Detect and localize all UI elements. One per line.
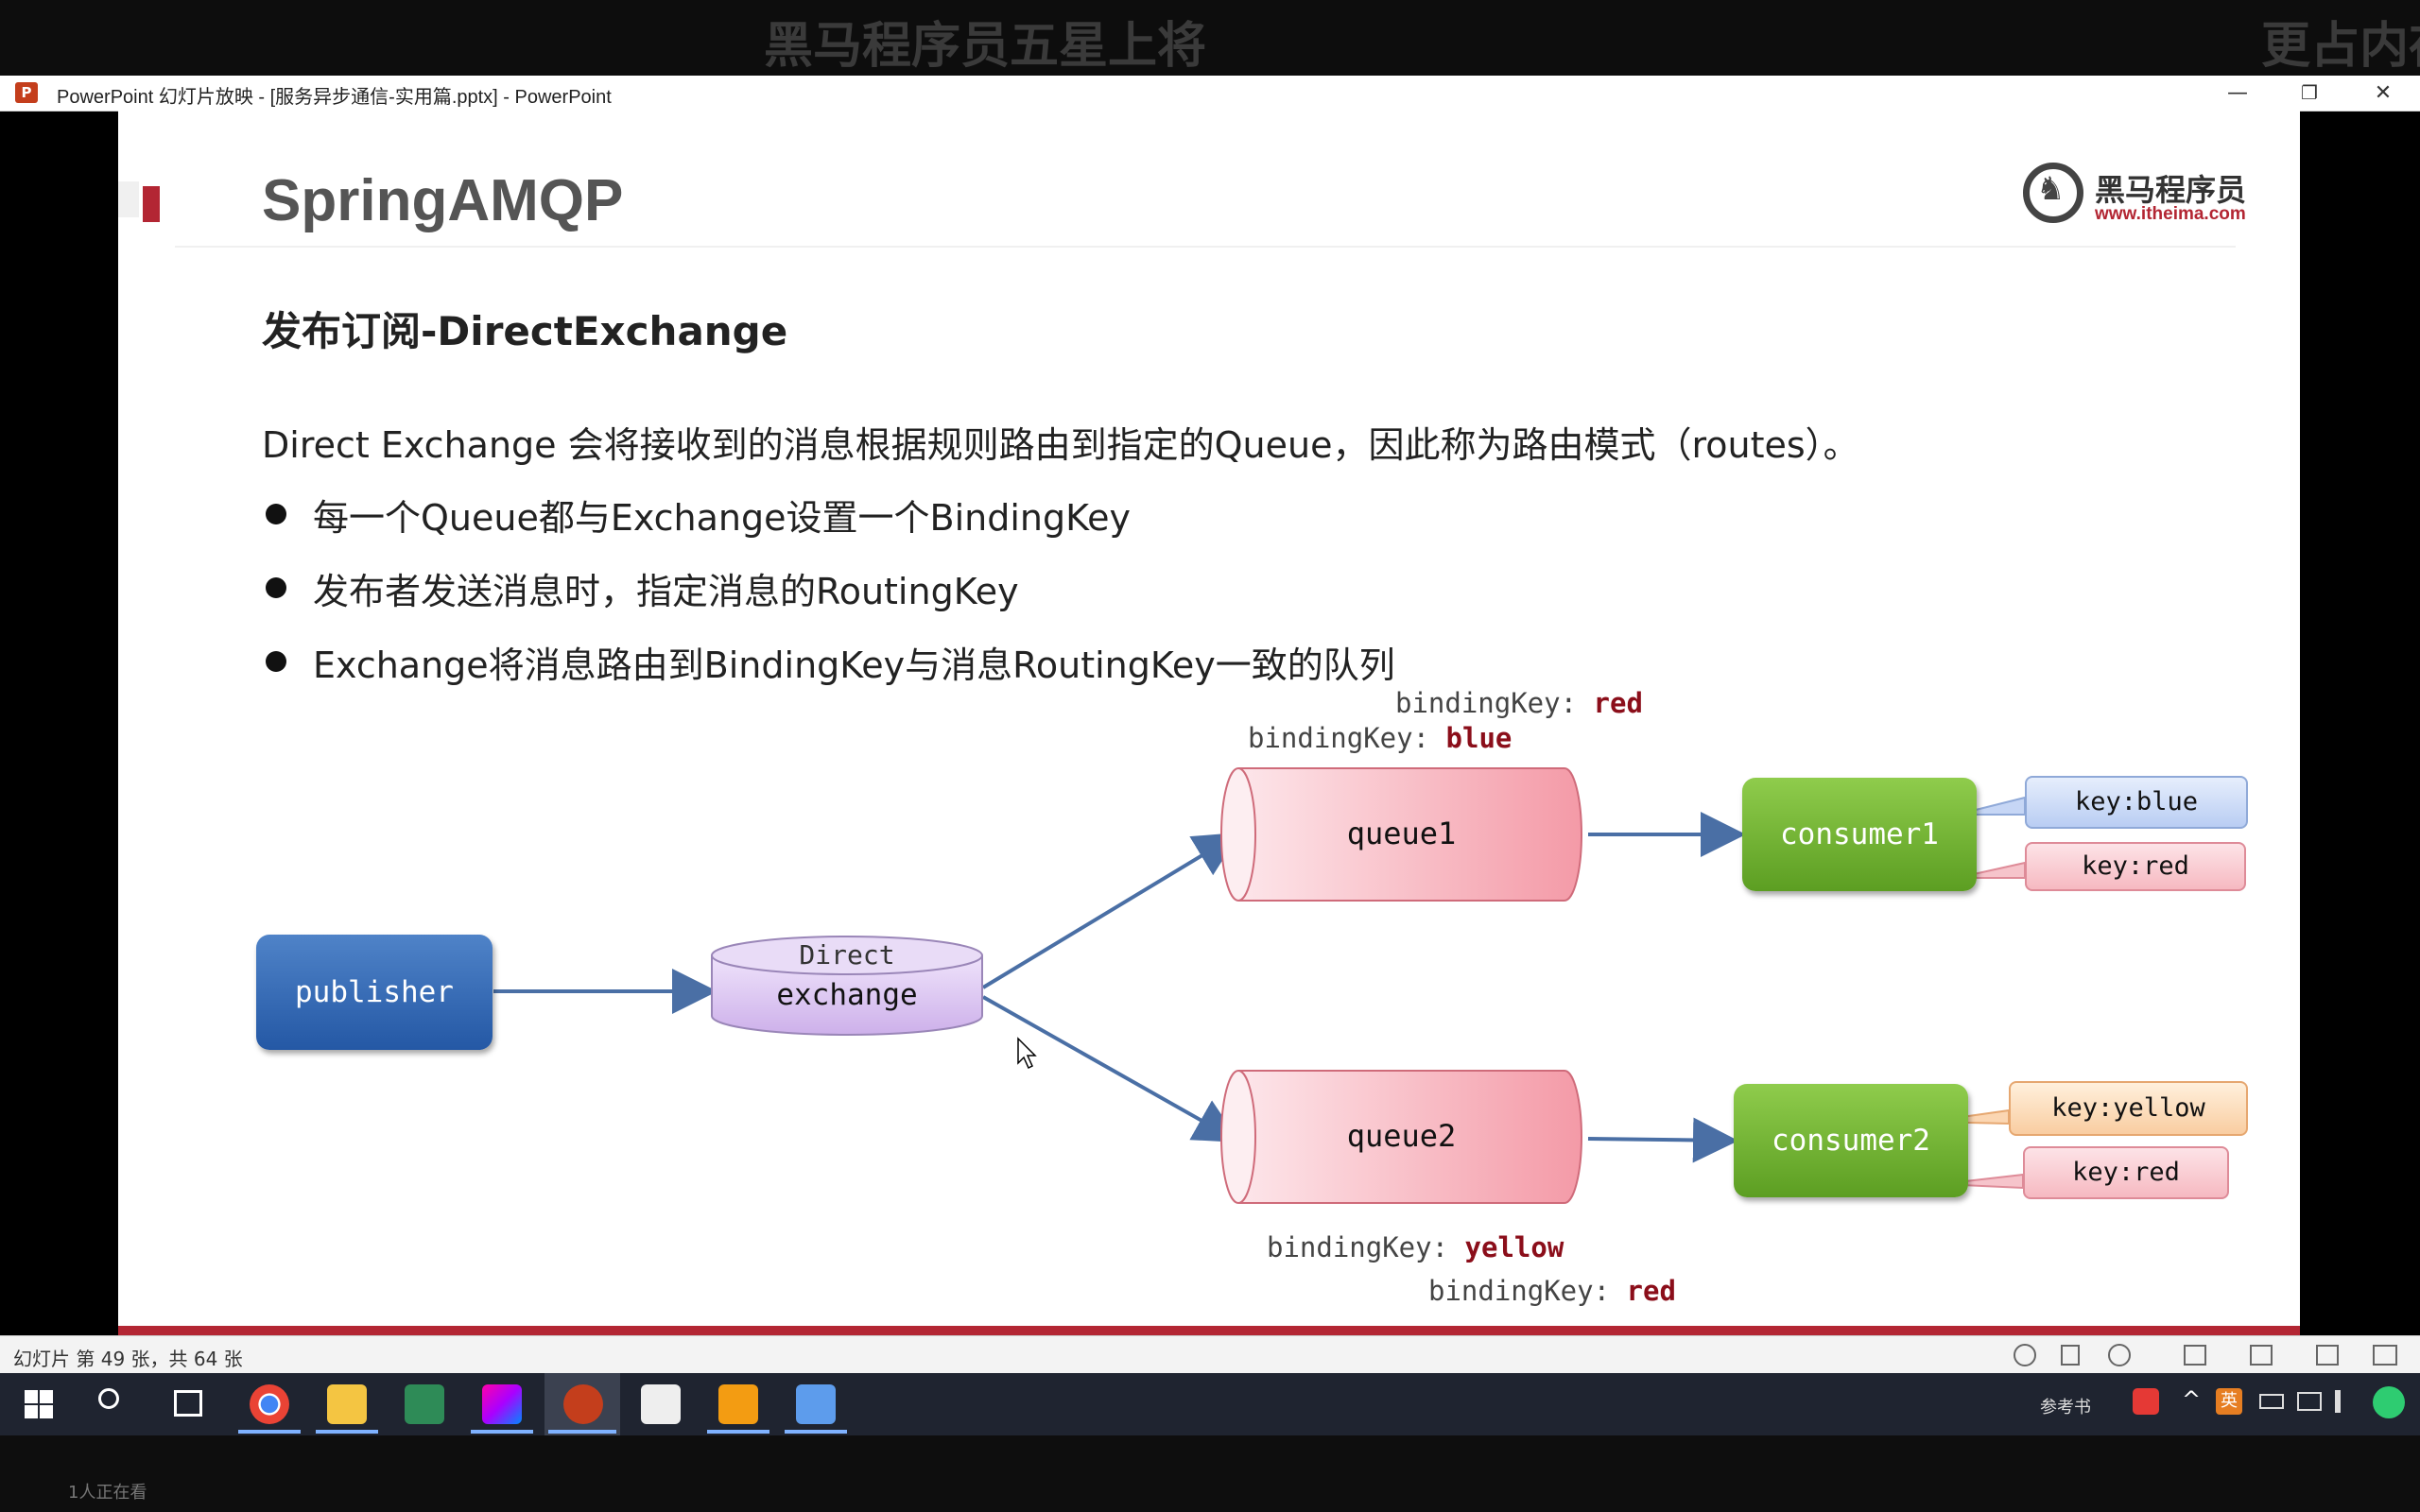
routing-diagram xyxy=(493,767,2026,1204)
window-titlebar: P PowerPoint 幻灯片放映 - [服务异步通信-实用篇.pptx] -… xyxy=(0,76,2420,112)
binding-key-label: bindingKey: yellow xyxy=(1267,1231,1564,1263)
notebook-icon[interactable] xyxy=(405,1384,444,1424)
video-overlay-strip: 黑马程序员五星上将 更占内存 xyxy=(0,0,2420,76)
binding-key-prefix: bindingKey: xyxy=(1395,687,1578,719)
prev-icon[interactable] xyxy=(2014,1344,2036,1366)
routing-key-tag: key:red xyxy=(2023,1146,2229,1199)
consumer1-node: consumer1 xyxy=(1742,778,1977,891)
queue1-label: queue1 xyxy=(1346,816,1457,851)
powerpoint-icon: P xyxy=(15,82,38,103)
binding-key-prefix: bindingKey: xyxy=(1428,1275,1611,1307)
routing-key-tag: key:yellow xyxy=(2009,1081,2248,1136)
exchange-label: exchange xyxy=(776,978,918,1012)
binding-key-label: bindingKey: red xyxy=(1395,687,1643,719)
network-icon[interactable] xyxy=(2297,1392,2322,1411)
taskbar-active-indicator xyxy=(707,1430,769,1434)
binding-key-prefix: bindingKey: xyxy=(1248,722,1430,754)
taskbar-active-indicator xyxy=(471,1430,533,1434)
slide-counter: 幻灯片 第 49 张，共 64 张 xyxy=(13,1348,243,1370)
notification-icon[interactable] xyxy=(2373,1386,2405,1418)
binding-key-value: yellow xyxy=(1464,1231,1564,1263)
powerpoint-taskbar-icon[interactable] xyxy=(563,1384,603,1424)
binding-key-value: red xyxy=(1593,687,1643,719)
app-icon[interactable] xyxy=(718,1384,758,1424)
arrow-exchange-queue2 xyxy=(982,995,1240,1143)
taskbar-active-indicator xyxy=(316,1430,378,1434)
search-icon[interactable] xyxy=(98,1388,119,1409)
binding-key-label: bindingKey: blue xyxy=(1248,722,1512,754)
close-button[interactable]: ✕ xyxy=(2350,76,2416,111)
consumer2-node: consumer2 xyxy=(1734,1084,1968,1197)
intellij-icon[interactable] xyxy=(482,1384,522,1424)
taskbar-active-indicator xyxy=(238,1430,301,1434)
file-explorer-icon[interactable] xyxy=(327,1384,367,1424)
slide-canvas: SpringAMQP ♞ 黑马程序员 www.itheima.com 发布订阅-… xyxy=(118,111,2300,1335)
windows-start-icon[interactable] xyxy=(25,1390,53,1418)
slide-bottom-bar xyxy=(118,1326,2300,1335)
overlay-watermark-right: 更占内存 xyxy=(2261,18,2420,75)
windows-taskbar: 参考书 ^ 英 xyxy=(0,1373,2420,1435)
binding-key-prefix: bindingKey: xyxy=(1267,1231,1449,1263)
slide-sorter-icon[interactable] xyxy=(2250,1345,2273,1366)
window-title: PowerPoint 幻灯片放映 - [服务异步通信-实用篇.pptx] - P… xyxy=(57,87,612,108)
restore-button[interactable]: ❐ xyxy=(2276,76,2342,111)
ime-indicator[interactable]: 英 xyxy=(2216,1388,2242,1415)
sogou-icon[interactable] xyxy=(2133,1388,2159,1415)
typora-icon[interactable] xyxy=(641,1384,681,1424)
binding-key-label: bindingKey: red xyxy=(1428,1275,1676,1307)
binding-key-value: blue xyxy=(1445,722,1512,754)
chevron-up-icon[interactable]: ^ xyxy=(2182,1386,2201,1413)
next-icon[interactable] xyxy=(2108,1344,2131,1366)
task-view-icon[interactable] xyxy=(174,1390,202,1417)
taskbar-active-indicator xyxy=(548,1430,616,1434)
viewer-count: 1人正在看 xyxy=(68,1483,147,1503)
overlay-watermark-left: 黑马程序员五星上将 xyxy=(764,18,1207,75)
video-bottom-area xyxy=(0,1435,2420,1512)
tray-label[interactable]: 参考书 xyxy=(2040,1394,2091,1418)
reading-view-icon[interactable] xyxy=(2316,1345,2339,1366)
routing-key-tag: key:blue xyxy=(2025,776,2248,829)
arrow-exchange-queue1 xyxy=(981,832,1240,989)
remote-desktop-icon[interactable] xyxy=(796,1384,836,1424)
chrome-icon[interactable] xyxy=(250,1384,289,1424)
slideshow-icon[interactable] xyxy=(2373,1345,2397,1366)
publisher-node: publisher xyxy=(256,935,493,1050)
battery-icon[interactable] xyxy=(2259,1394,2284,1409)
status-bar: 幻灯片 第 49 张，共 64 张 xyxy=(0,1335,2420,1374)
taskbar-active-indicator xyxy=(785,1430,847,1434)
notes-icon[interactable] xyxy=(2061,1345,2080,1366)
volume-icon[interactable] xyxy=(2335,1390,2354,1413)
exchange-type-label: Direct xyxy=(799,939,895,971)
queue2-label: queue2 xyxy=(1346,1118,1457,1154)
binding-key-value: red xyxy=(1626,1275,1676,1307)
mouse-cursor-icon xyxy=(1017,1037,1037,1070)
routing-key-tag: key:red xyxy=(2025,842,2246,891)
normal-view-icon[interactable] xyxy=(2184,1345,2206,1366)
minimize-button[interactable]: — xyxy=(2204,76,2271,111)
arrow-queue2-consumer2 xyxy=(1587,1117,1738,1163)
